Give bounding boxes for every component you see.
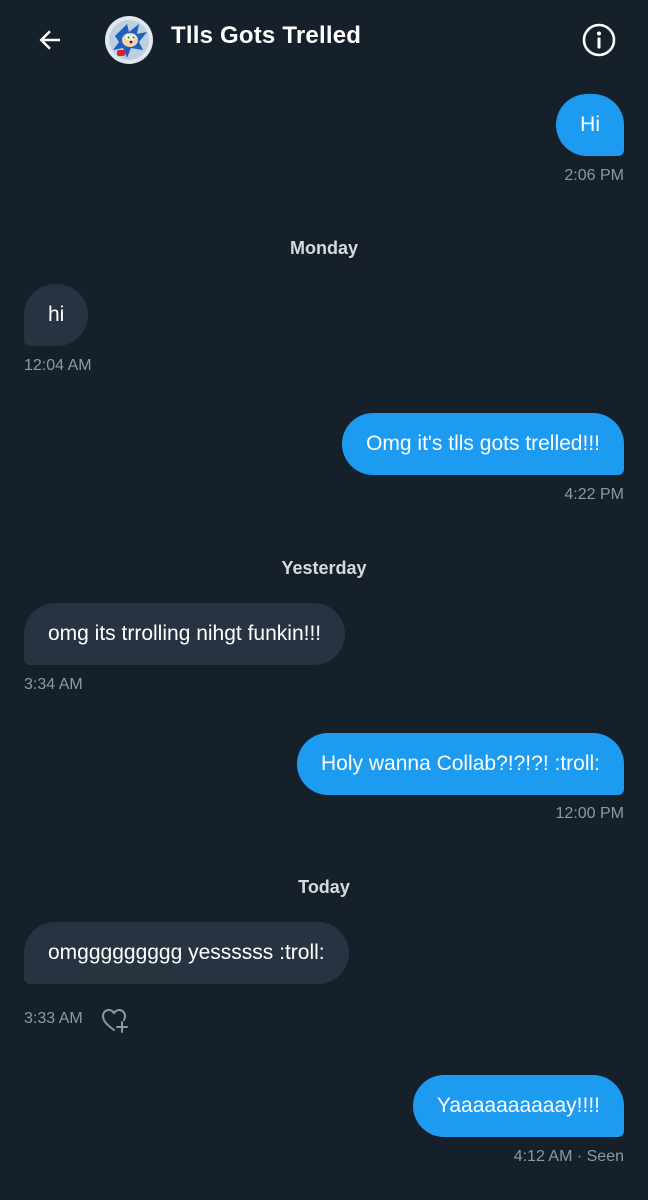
message-timestamp: 3:33 AM [24,1010,83,1027]
back-button[interactable] [30,20,70,60]
message-timestamp: 3:34 AM [24,676,83,693]
message-bubble-outgoing[interactable]: Omg it's tlls gots trelled!!! [342,413,624,475]
day-divider: Monday [289,238,358,258]
day-divider: Today [298,877,350,897]
message-timestamp: 12:00 PM [555,805,624,822]
message-timestamp: 2:06 PM [564,167,624,184]
sonic-avatar [105,16,153,64]
message-timestamp: 4:22 PM [564,486,624,503]
info-button[interactable] [578,19,620,61]
info-circle-icon [582,23,616,57]
message-bubble-outgoing[interactable]: Yaaaaaaaaaay!!!! [412,1075,624,1137]
like-reaction-button[interactable] [100,1006,130,1034]
conversation-title[interactable]: Tlls Gots Trelled [171,22,361,50]
message-bubble-incoming[interactable]: omggggggggg yessssss :troll: [24,922,349,984]
arrow-left-icon [39,30,60,50]
message-bubble-incoming[interactable]: hi [24,284,89,346]
day-divider: Yesterday [281,558,367,578]
message-bubble-outgoing[interactable]: Holy wanna Collab?!?!?! :troll: [297,733,624,795]
avatar[interactable] [105,16,153,64]
message-bubble-incoming[interactable]: omg its trrolling nihgt funkin!!! [24,603,346,665]
conversation-header: Tlls Gots Trelled [0,0,648,80]
message-timestamp: 12:04 AM [24,357,92,374]
message-bubble-outgoing[interactable]: Hi [556,94,624,156]
heart-plus-icon [101,1008,128,1033]
message-timestamp-seen: 4:12 AM · Seen [513,1148,624,1165]
